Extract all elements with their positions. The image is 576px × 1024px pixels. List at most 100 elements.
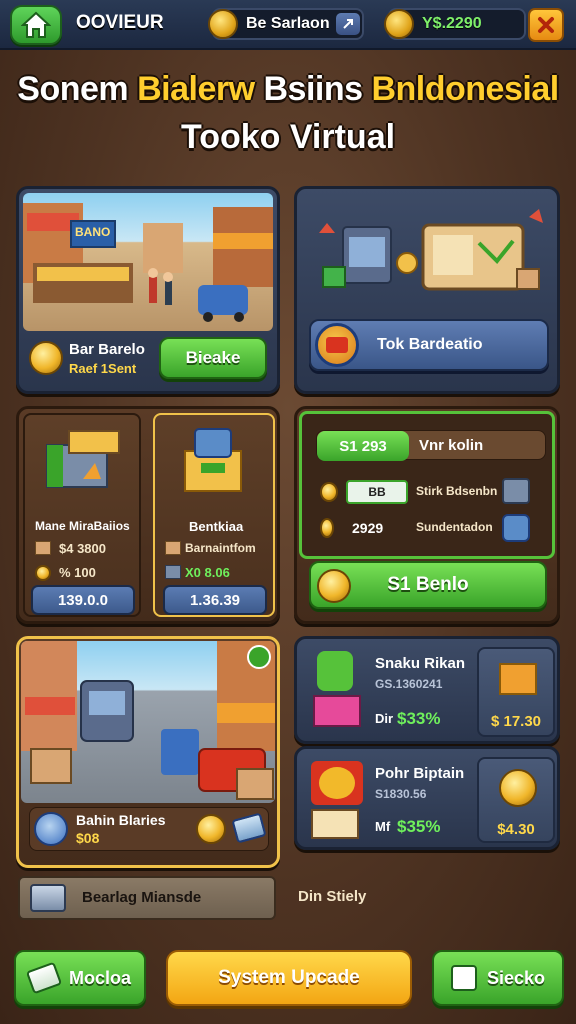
trade-button-label: S1 Benlo bbox=[387, 574, 469, 595]
balance-value: Y$.2290 bbox=[422, 15, 482, 32]
close-button[interactable] bbox=[528, 8, 564, 42]
street-info-bar[interactable]: Bahin Blaries $08 bbox=[29, 807, 269, 851]
system-update-button[interactable]: System Upcade bbox=[166, 950, 412, 1006]
gadgets-button[interactable]: Tok Bardeatio bbox=[309, 319, 549, 371]
coins-label: Be Sarlaon bbox=[246, 15, 330, 32]
device-small-icon bbox=[502, 514, 530, 542]
title-part-4: Bnldonesial bbox=[371, 70, 559, 108]
home-button[interactable] bbox=[10, 5, 62, 45]
card-icon bbox=[25, 961, 63, 995]
street-value: $08 bbox=[76, 830, 100, 846]
offer-1-buy-button[interactable]: $ 17.30 bbox=[477, 647, 555, 737]
title-part-3: Bsiins bbox=[263, 70, 372, 108]
crate-right-row1: Barnaintfom bbox=[185, 541, 256, 555]
coins-display: Be Sarlaon bbox=[208, 8, 364, 40]
trade-row2-label: Sundentadon bbox=[416, 520, 493, 534]
market-action-button[interactable]: Bieake bbox=[159, 337, 267, 379]
trade-row2-value: 2929 bbox=[352, 520, 384, 536]
coins-add-button[interactable] bbox=[336, 13, 360, 35]
crate-small-icon bbox=[502, 478, 530, 504]
trade-tag-value: S1 293 bbox=[317, 431, 409, 461]
offer-1-percent: $33% bbox=[397, 709, 441, 728]
crate-icon bbox=[30, 884, 66, 912]
gadgets-panel: Tok Bardeatio bbox=[294, 186, 560, 394]
crate-right-title: Bentkiaa bbox=[189, 519, 244, 534]
coin-icon bbox=[320, 518, 334, 538]
offer-2-buy-button[interactable]: $4.30 bbox=[477, 757, 555, 843]
crate-left-row1: $4 3800 bbox=[59, 541, 106, 556]
footer-right-button[interactable]: Siecko bbox=[432, 950, 564, 1006]
crate-card-left[interactable]: Mane MiraBaiios $4 3800 % 100 139.0.0 bbox=[23, 413, 141, 617]
offer-2-price: $4.30 bbox=[497, 821, 535, 838]
street-panel: Bahin Blaries $08 bbox=[16, 636, 280, 868]
street-badge-icon bbox=[34, 812, 68, 846]
coin-icon bbox=[29, 341, 63, 375]
trade-panel: S1 293 Vnr kolin BB Stirk Bdsenbn 2929 S… bbox=[294, 406, 560, 624]
trade-chip-text: BB bbox=[368, 485, 386, 499]
offer-2-percent: $35% bbox=[397, 817, 441, 836]
market-panel: BANO Bar Barelo Raef 1Sent Bieake bbox=[16, 186, 280, 394]
crate-right-row2: X0 8.06 bbox=[185, 565, 230, 580]
coin-icon bbox=[320, 482, 338, 502]
trade-chip: BB bbox=[346, 480, 408, 504]
box-icon bbox=[499, 663, 537, 695]
gadget-small-icon bbox=[165, 565, 181, 579]
offer-1-prefix: Dir bbox=[375, 711, 394, 726]
offer-2-prefix: Mf bbox=[375, 819, 391, 834]
title-part-2: Bialerw bbox=[137, 70, 264, 108]
crate-card-right[interactable]: Bentkiaa Barnaintfom X0 8.06 1.36.39 bbox=[153, 413, 275, 617]
trade-tag[interactable]: S1 293 Vnr kolin bbox=[316, 430, 546, 461]
trade-button[interactable]: S1 Benlo bbox=[309, 561, 547, 609]
trade-inner: S1 293 Vnr kolin BB Stirk Bdsenbn 2929 S… bbox=[299, 411, 555, 559]
crate-device-icon bbox=[184, 428, 242, 492]
system-update-label: System Upcade bbox=[218, 967, 360, 988]
shop-sign: BANO bbox=[75, 225, 111, 239]
coin-stack-icon bbox=[208, 9, 238, 39]
market-name: Bar Barelo bbox=[69, 341, 145, 358]
home-icon bbox=[21, 11, 51, 38]
footer-left-button[interactable]: Mocloa bbox=[14, 950, 146, 1006]
box-icon bbox=[165, 541, 181, 555]
page-title: Sonem Bialerw Bsiins Bnldonesial bbox=[0, 70, 576, 109]
crate-right-price-value: 1.36.39 bbox=[189, 591, 241, 609]
info-side-label: Din Stiely bbox=[298, 888, 367, 905]
crate-left-price[interactable]: 139.0.0 bbox=[31, 585, 135, 615]
offer-1-sub: GS.1360241 bbox=[375, 677, 443, 691]
market-illustration: BANO bbox=[23, 193, 273, 331]
crate-right-price[interactable]: 1.36.39 bbox=[163, 585, 267, 615]
crates-panel: Mane MiraBaiios $4 3800 % 100 139.0.0 Be… bbox=[16, 406, 280, 624]
close-icon bbox=[538, 17, 554, 33]
trade-row1-label: Stirk Bdsenbn bbox=[416, 484, 498, 498]
footer-left-label: Mocloa bbox=[68, 967, 131, 988]
market-sub: Raef 1Sent bbox=[69, 361, 137, 376]
offer-1-price: $ 17.30 bbox=[490, 713, 542, 730]
crate-left-title: Mane MiraBaiios bbox=[35, 519, 130, 533]
info-bar[interactable]: Bearlag Miansde bbox=[18, 876, 276, 920]
crate-left-row2: % 100 bbox=[59, 565, 96, 580]
arrow-icon bbox=[343, 19, 353, 29]
gadgets-button-label: Tok Bardeatio bbox=[377, 336, 483, 353]
footer-right-label: Siecko bbox=[486, 967, 546, 988]
page-subtitle: Tooko Virtual bbox=[180, 118, 396, 156]
street-illustration bbox=[21, 641, 275, 803]
gadget-badge-icon bbox=[315, 323, 359, 367]
gold-stack-icon bbox=[384, 9, 414, 39]
gadgets-illustration bbox=[319, 209, 543, 291]
coin-icon bbox=[196, 814, 226, 844]
offer-card-2[interactable]: Pohr Biptain S1830.56 Mf $35% $4.30 bbox=[294, 746, 560, 850]
title-part-1: Sonem bbox=[17, 70, 138, 108]
balance-display: Y$.2290 bbox=[384, 8, 526, 40]
coin-icon bbox=[317, 569, 351, 603]
brand-title: OOVIEUR bbox=[76, 12, 164, 33]
crate-icon bbox=[46, 430, 120, 488]
trade-tag-label: Vnr kolin bbox=[419, 437, 484, 454]
offer-1-title: Snaku Rikan bbox=[375, 655, 466, 672]
coin-small-icon bbox=[35, 565, 51, 581]
info-bar-label: Bearlag Miansde bbox=[82, 889, 202, 906]
box-icon bbox=[35, 541, 51, 555]
street-label: Bahin Blaries bbox=[76, 812, 166, 828]
street-check-icon bbox=[247, 645, 271, 669]
crate-left-price-value: 139.0.0 bbox=[57, 591, 109, 609]
top-bar: OOVIEUR Be Sarlaon Y$.2290 bbox=[0, 0, 576, 50]
offer-card-1[interactable]: Snaku Rikan GS.1360241 Dir $33% $ 17.30 bbox=[294, 636, 560, 744]
